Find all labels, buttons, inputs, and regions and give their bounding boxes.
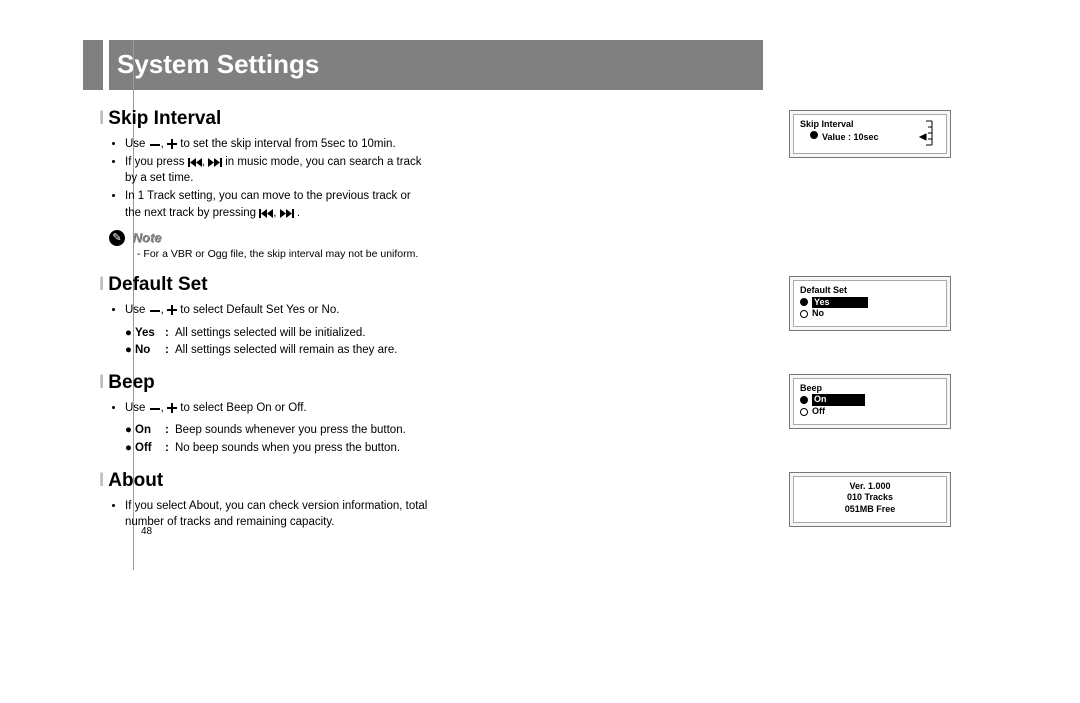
page-number: 48 xyxy=(141,526,152,537)
screen-beep-title: Beep xyxy=(800,383,940,395)
section-beep: IBeep Use , to select Beep On or Off. ●O… xyxy=(99,372,763,456)
slider-scale-icon xyxy=(910,119,938,147)
content-area: ISkip Interval Use , to set the skip int… xyxy=(99,108,763,531)
note-icon: ✎ xyxy=(109,230,125,246)
default-bullets: Use , to select Default Set Yes or No. xyxy=(99,302,429,319)
heading-skip-interval: ISkip Interval xyxy=(99,108,763,130)
header-accent xyxy=(103,40,109,90)
next-track-icon xyxy=(208,158,222,167)
about-free: 051MB Free xyxy=(800,504,940,516)
skip-bullet-1: Use , to set the skip interval from 5sec… xyxy=(125,136,429,153)
plus-icon xyxy=(167,139,177,149)
section-skip-interval: ISkip Interval Use , to set the skip int… xyxy=(99,108,763,260)
prev-track-icon xyxy=(259,209,273,218)
default-yes-def: ●Yes:All settings selected will be initi… xyxy=(99,325,365,341)
minus-icon xyxy=(149,141,161,149)
skip-bullet-3: In 1 Track setting, you can move to the … xyxy=(125,188,429,221)
beep-bullets: Use , to select Beep On or Off. xyxy=(99,400,429,417)
plus-icon xyxy=(167,305,177,315)
default-no-def: ●No:All settings selected will remain as… xyxy=(99,342,397,358)
header-bar: System Settings xyxy=(83,40,763,90)
minus-icon xyxy=(149,307,161,315)
note-heading: ✎ Note xyxy=(109,229,429,246)
manual-page: System Settings ISkip Interval Use , to … xyxy=(83,40,763,531)
screen-about: Ver. 1.000 010 Tracks 051MB Free xyxy=(789,472,951,527)
heading-default-set: IDefault Set xyxy=(99,274,763,296)
prev-track-icon xyxy=(188,158,202,167)
beep-bullet-1: Use , to select Beep On or Off. xyxy=(125,400,429,417)
screen-default-set: Default Set Yes No xyxy=(789,276,951,331)
skip-bullet-2: If you press , in music mode, you can se… xyxy=(125,154,429,187)
beep-off-def: ●Off:No beep sounds when you press the b… xyxy=(99,440,400,456)
plus-icon xyxy=(167,403,177,413)
section-default-set: IDefault Set Use , to select Default Set… xyxy=(99,274,763,358)
screen-default-opt-yes: Yes xyxy=(800,297,940,309)
about-version: Ver. 1.000 xyxy=(800,481,940,493)
screen-default-title: Default Set xyxy=(800,285,940,297)
heading-about: IAbout xyxy=(99,470,763,492)
screen-beep: Beep On Off xyxy=(789,374,951,429)
note-label: Note xyxy=(133,230,162,245)
about-tracks: 010 Tracks xyxy=(800,492,940,504)
heading-beep: IBeep xyxy=(99,372,763,394)
default-bullet-1: Use , to select Default Set Yes or No. xyxy=(125,302,429,319)
beep-on-def: ●On:Beep sounds whenever you press the b… xyxy=(99,422,406,438)
skip-bullets: Use , to set the skip interval from 5sec… xyxy=(99,136,429,221)
next-track-icon xyxy=(280,209,294,218)
screen-beep-opt-off: Off xyxy=(800,406,940,418)
note-body: - For a VBR or Ogg file, the skip interv… xyxy=(137,248,429,260)
screen-skip-interval: Skip Interval Value : 10sec xyxy=(789,110,951,158)
section-about: IAbout If you select About, you can chec… xyxy=(99,470,763,531)
minus-icon xyxy=(149,405,161,413)
screen-default-opt-no: No xyxy=(800,308,940,320)
page-title: System Settings xyxy=(117,49,319,80)
screen-beep-opt-on: On xyxy=(800,394,940,406)
about-bullet-1: If you select About, you can check versi… xyxy=(125,498,429,531)
